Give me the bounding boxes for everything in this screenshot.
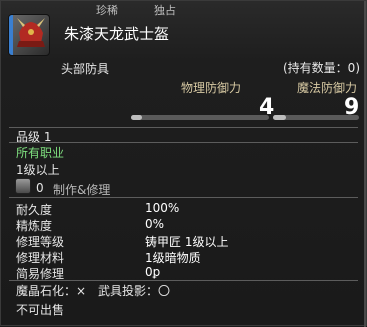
repair-level-value: 铸甲匠 1级以上 (145, 235, 229, 249)
repair-level-label: 修理等级 (16, 235, 65, 249)
spiritbond-value: 0% (145, 217, 165, 231)
divider-top (9, 127, 358, 128)
rare-tag: 珍稀 (96, 4, 118, 17)
level-requirement: 1级以上 (16, 163, 60, 177)
job-requirement: 所有职业 (16, 146, 65, 160)
item-tooltip: 珍稀 独占 朱漆天龙武士盔 头部防具 (持有数量：0) 物理防御力 魔法防御力 … (0, 0, 367, 327)
craft-label: 制作&修理 (53, 183, 111, 197)
divider-materia (9, 280, 358, 281)
samurai-helmet-icon (17, 18, 45, 47)
physical-defense-bar (131, 115, 269, 120)
quick-repair-value: 0ꝑ (145, 265, 161, 279)
gear-icon (15, 178, 31, 194)
durability-label: 耐久度 (16, 203, 53, 217)
repair-material-value: 1级暗物质 (145, 251, 201, 265)
spiritbond-label: 精炼度 (16, 219, 53, 233)
materia-glamour: 魔晶石化：× 武具投影：〇 (16, 284, 171, 298)
unique-tag: 独占 (154, 4, 176, 17)
unsellable-label: 不可出售 (16, 303, 65, 317)
repair-material-label: 修理材料 (16, 251, 65, 265)
physical-defense-label: 物理防御力 (181, 81, 242, 95)
magic-defense-bar (273, 115, 359, 120)
physical-defense-fill (131, 115, 143, 120)
hold-count: (持有数量：0) (283, 61, 360, 75)
item-category: 头部防具 (61, 62, 110, 76)
divider-craft (9, 197, 358, 198)
item-name: 朱漆天龙武士盔 (64, 25, 170, 43)
item-icon (8, 14, 50, 56)
magic-defense-fill (273, 115, 286, 120)
durability-value: 100% (145, 201, 180, 215)
tooltip-border (364, 1, 366, 327)
divider-level (9, 142, 358, 143)
craft-count: 0 (36, 181, 44, 195)
magic-defense-label: 魔法防御力 (297, 81, 358, 95)
